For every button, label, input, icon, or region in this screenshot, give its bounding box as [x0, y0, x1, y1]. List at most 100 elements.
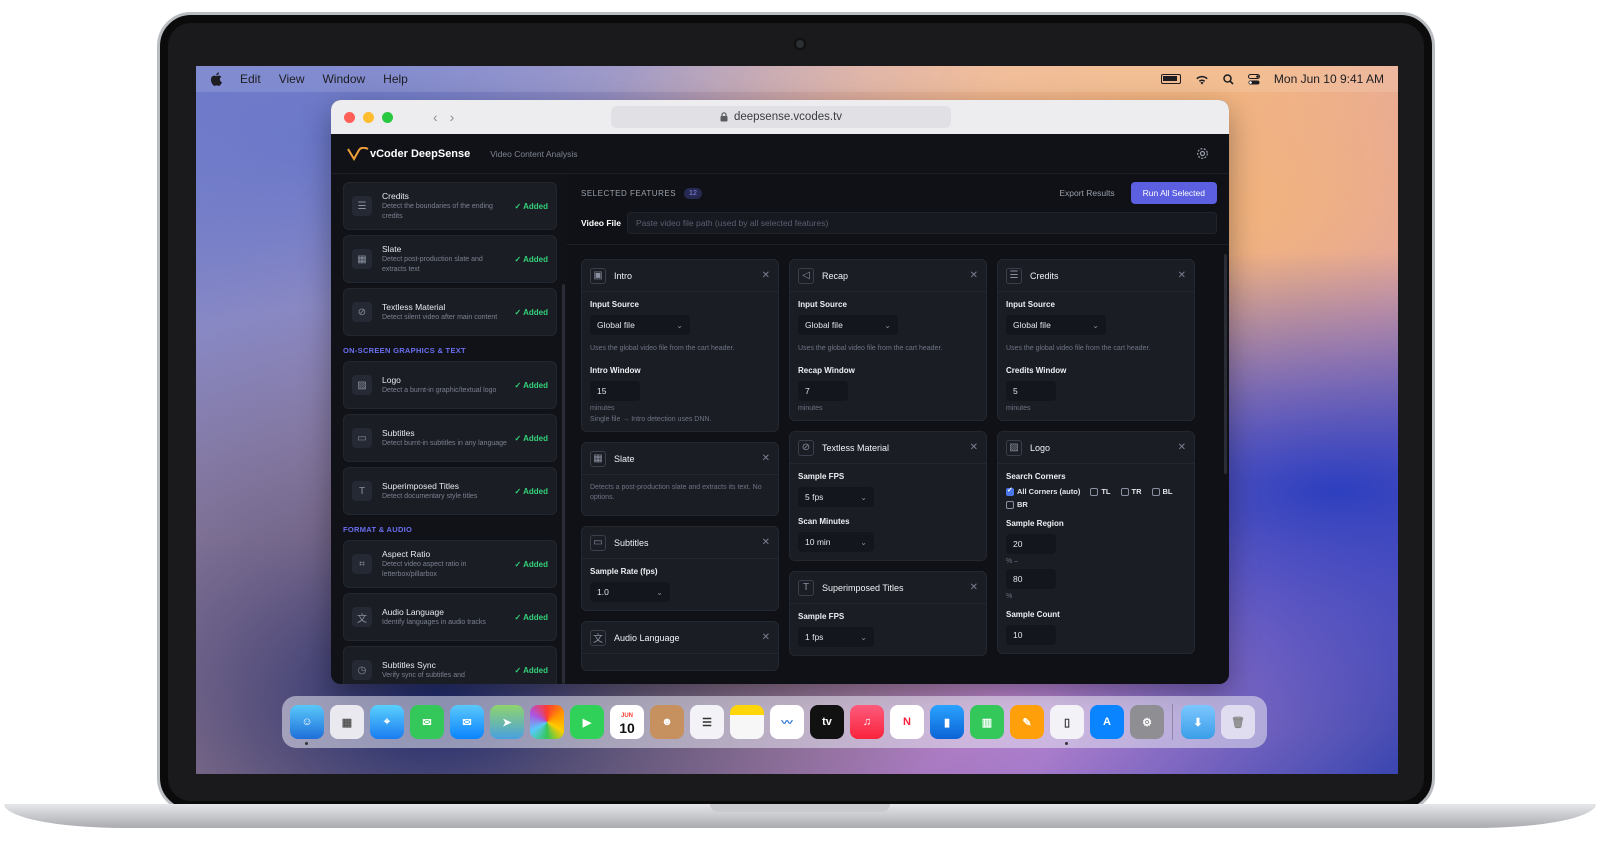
menubar-clock[interactable]: Mon Jun 10 9:41 AM	[1274, 72, 1384, 86]
pages-icon[interactable]: ✎	[1010, 705, 1044, 739]
added-status[interactable]: ✓ Added	[514, 487, 548, 496]
app-logo[interactable]: vCoder DeepSense	[347, 146, 470, 161]
trash-icon[interactable]: 🗑	[1221, 705, 1255, 739]
notes-icon[interactable]	[730, 705, 764, 739]
keynote-icon[interactable]: ▮	[930, 705, 964, 739]
reminders-icon[interactable]: ☰	[690, 705, 724, 739]
tl-checkbox[interactable]: TL	[1090, 487, 1111, 496]
sidebar-item-desc: Verify sync of subtitles and	[382, 671, 465, 679]
close-window-button[interactable]	[344, 111, 355, 123]
close-icon[interactable]: ✕	[970, 270, 978, 281]
intro-window-input[interactable]: 15	[590, 381, 640, 401]
sidebar-item-textless-material[interactable]: ⊘ Textless Material Detect silent video af…	[343, 288, 557, 336]
checkbox[interactable]	[1151, 487, 1160, 496]
bl-checkbox[interactable]: BL	[1151, 487, 1173, 496]
added-status[interactable]: ✓ Added	[514, 560, 548, 569]
input-source-select[interactable]: Global file ⌄	[1006, 315, 1106, 335]
recap-window-input[interactable]: 7	[798, 381, 848, 401]
freeform-icon[interactable]: 〰	[770, 705, 804, 739]
minimize-window-button[interactable]	[363, 111, 374, 123]
wifi-icon[interactable]	[1195, 74, 1209, 85]
added-status[interactable]: ✓ Added	[514, 434, 548, 443]
sidebar-item-superimposed-titles[interactable]: T Superimposed Titles Detect documentary s…	[343, 467, 557, 515]
region-from-input[interactable]: 20	[1006, 534, 1056, 554]
checkbox-checked[interactable]	[1006, 486, 1014, 496]
input-source-select[interactable]: Global file ⌄	[590, 315, 690, 335]
select-value: 1 fps	[805, 632, 824, 642]
close-icon[interactable]: ✕	[970, 582, 978, 593]
region-to-input[interactable]: 80	[1006, 569, 1056, 589]
messages-icon[interactable]: ✉	[410, 705, 444, 739]
sidebar-item-subtitles[interactable]: ▭ Subtitles Detect burnt-in subtitles in a…	[343, 414, 557, 462]
iphone-mirroring-icon[interactable]: ▯	[1050, 705, 1084, 745]
zoom-window-button[interactable]	[382, 111, 393, 123]
sidebar-item-audio-language[interactable]: 文 Audio Language Identify languages in aud…	[343, 593, 557, 641]
menu-view[interactable]: View	[279, 72, 305, 86]
numbers-icon[interactable]: ▥	[970, 705, 1004, 739]
added-status[interactable]: ✓ Added	[514, 381, 548, 390]
sidebar-scrollbar[interactable]	[562, 284, 565, 684]
close-icon[interactable]: ✕	[762, 632, 770, 643]
close-icon[interactable]: ✕	[762, 537, 770, 548]
main-scrollbar[interactable]	[1224, 254, 1227, 474]
checkbox[interactable]	[1090, 487, 1099, 496]
run-all-button[interactable]: Run All Selected	[1130, 182, 1217, 204]
url-bar[interactable]: deepsense.vcodes.tv	[611, 106, 951, 128]
video-file-input[interactable]: Paste video file path (used by all selec…	[627, 212, 1217, 234]
sidebar-item-subtitles-sync[interactable]: ◷ Subtitles Sync Verify sync of subtitles …	[343, 646, 557, 684]
menu-edit[interactable]: Edit	[240, 72, 261, 86]
battery-icon[interactable]	[1160, 74, 1181, 84]
photos-icon[interactable]	[530, 705, 564, 739]
menu-window[interactable]: Window	[322, 72, 365, 86]
control-center-icon[interactable]	[1247, 73, 1260, 85]
back-arrow-icon[interactable]: ‹	[433, 109, 438, 125]
music-icon[interactable]: ♫	[850, 705, 884, 739]
close-icon[interactable]: ✕	[970, 442, 978, 453]
added-status[interactable]: ✓ Added	[514, 666, 548, 675]
added-status[interactable]: ✓ Added	[514, 202, 548, 211]
settings-button[interactable]	[1191, 143, 1213, 165]
contacts-icon[interactable]: ☻	[650, 705, 684, 739]
sidebar-item-aspect-ratio[interactable]: ⌗ Aspect Ratio Detect video aspect ratio i…	[343, 540, 557, 588]
sidebar-item-slate[interactable]: ▦ Slate Detect post-production slate and e…	[343, 235, 557, 283]
checkbox[interactable]	[1120, 487, 1129, 496]
apple-icon[interactable]	[210, 72, 222, 86]
launchpad-icon[interactable]: ▦	[330, 705, 364, 739]
mail-icon[interactable]: ✉	[450, 705, 484, 739]
close-icon[interactable]: ✕	[1178, 442, 1186, 453]
sample-count-input[interactable]: 10	[1006, 625, 1056, 645]
added-status[interactable]: ✓ Added	[514, 255, 548, 264]
apple-tv-icon[interactable]: tv	[810, 705, 844, 739]
close-icon[interactable]: ✕	[1178, 270, 1186, 281]
menu-help[interactable]: Help	[383, 72, 408, 86]
sample-fps-select[interactable]: 5 fps ⌄	[798, 487, 874, 507]
sample-fps-select[interactable]: 1 fps ⌄	[798, 627, 874, 647]
input-source-select[interactable]: Global file ⌄	[798, 315, 898, 335]
close-icon[interactable]: ✕	[762, 270, 770, 281]
app-store-icon[interactable]: A	[1090, 705, 1124, 739]
search-icon[interactable]	[1223, 73, 1234, 85]
added-status[interactable]: ✓ Added	[514, 308, 548, 317]
added-status[interactable]: ✓ Added	[514, 613, 548, 622]
all-corners-checkbox[interactable]: All Corners (auto)	[1006, 486, 1080, 496]
export-results-button[interactable]: Export Results	[1051, 184, 1122, 202]
url-text: deepsense.vcodes.tv	[733, 111, 843, 123]
sample-rate-select[interactable]: 1.0 ⌄	[590, 582, 670, 602]
checkbox[interactable]	[1006, 500, 1014, 509]
downloads-folder-icon[interactable]: ⬇	[1181, 705, 1215, 739]
system-settings-icon[interactable]: ⚙	[1130, 705, 1164, 739]
tr-checkbox[interactable]: TR	[1120, 487, 1142, 496]
facetime-icon[interactable]: ▶	[570, 705, 604, 739]
close-icon[interactable]: ✕	[762, 453, 770, 464]
calendar-icon[interactable]: JUN 10	[610, 705, 644, 739]
credits-window-input[interactable]: 5	[1006, 381, 1056, 401]
br-checkbox[interactable]: BR	[1006, 500, 1028, 509]
finder-icon[interactable]: ☺	[290, 705, 324, 745]
scan-minutes-select[interactable]: 10 min ⌄	[798, 532, 874, 552]
safari-icon[interactable]: ⌖	[370, 705, 404, 739]
sidebar-item-logo[interactable]: ▨ Logo Detect a burnt-in graphic/textual l…	[343, 361, 557, 409]
sidebar-item-credits[interactable]: ☰ Credits Detect the boundaries of the end…	[343, 182, 557, 230]
maps-icon[interactable]: ➤	[490, 705, 524, 739]
forward-arrow-icon[interactable]: ›	[450, 109, 455, 125]
news-icon[interactable]: N	[890, 705, 924, 739]
